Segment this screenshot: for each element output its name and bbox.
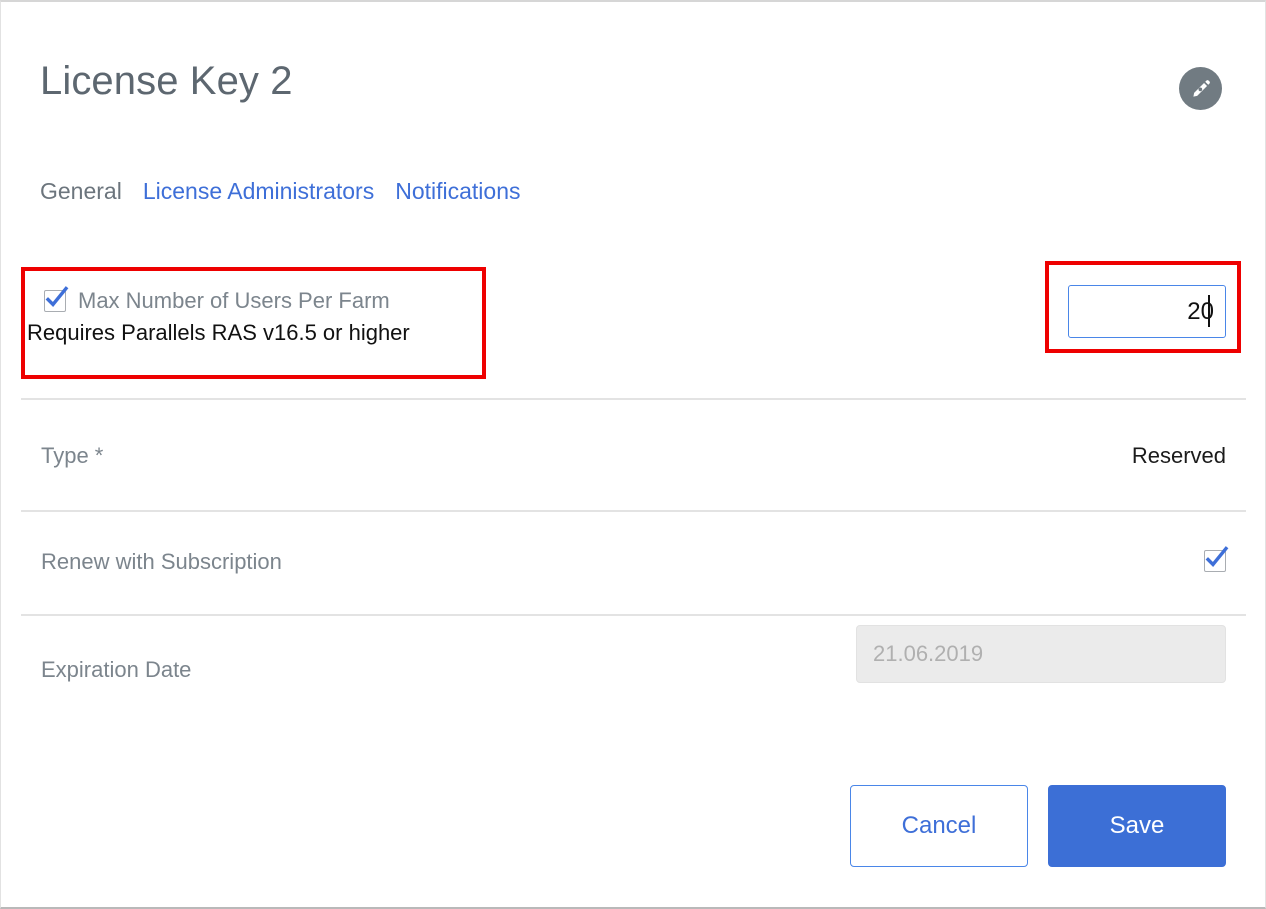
license-key-dialog: License Key 2 General License Administra…	[0, 0, 1266, 909]
tab-general[interactable]: General	[40, 178, 122, 206]
max-users-hint: Requires Parallels RAS v16.5 or higher	[27, 320, 410, 346]
expiration-label: Expiration Date	[41, 657, 192, 682]
max-users-label: Max Number of Users Per Farm	[78, 288, 390, 313]
tab-license-administrators[interactable]: License Administrators	[143, 178, 374, 206]
page-title: License Key 2	[40, 59, 293, 103]
pencil-icon	[1190, 78, 1212, 100]
edit-button[interactable]	[1179, 67, 1222, 110]
tab-notifications[interactable]: Notifications	[395, 178, 520, 206]
cancel-button[interactable]: Cancel	[850, 785, 1028, 867]
expiration-row: Expiration Date 21.06.2019	[21, 625, 1246, 718]
renew-row: Renew with Subscription	[21, 546, 1246, 610]
max-users-input-annotation-box	[1045, 261, 1241, 353]
renew-checkbox[interactable]	[1204, 546, 1229, 572]
action-bar: Cancel Save	[1, 785, 1246, 867]
renew-label: Renew with Subscription	[41, 549, 282, 574]
type-row: Type * Reserved	[21, 442, 1246, 504]
max-users-input[interactable]	[1068, 285, 1226, 338]
max-users-row: Max Number of Users Per Farm Requires Pa…	[27, 286, 410, 347]
text-cursor	[1208, 295, 1210, 327]
max-users-checkbox[interactable]	[44, 286, 69, 313]
tab-bar: General License Administrators Notificat…	[40, 178, 521, 206]
divider	[21, 614, 1246, 616]
type-value: Reserved	[1131, 443, 1226, 468]
max-users-annotation-box: Max Number of Users Per Farm Requires Pa…	[21, 267, 486, 379]
expiration-date-input[interactable]: 21.06.2019	[856, 625, 1226, 683]
divider	[21, 510, 1246, 512]
save-button[interactable]: Save	[1048, 785, 1226, 867]
divider	[21, 398, 1246, 400]
type-label: Type *	[41, 443, 104, 468]
